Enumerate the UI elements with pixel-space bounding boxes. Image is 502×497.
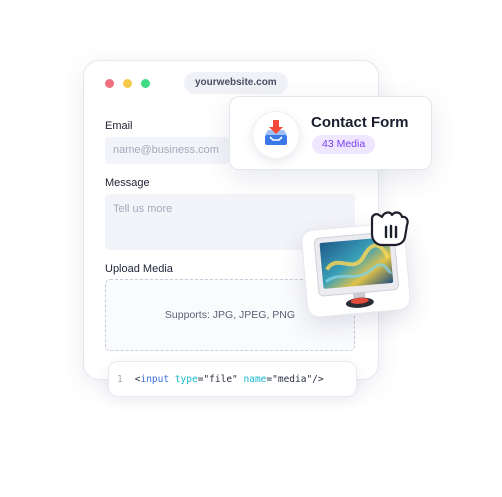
code-attr-type: type [174,373,198,385]
window-close-dot[interactable] [105,79,114,88]
window-minimize-dot[interactable] [123,79,132,88]
code-close: /> [312,373,324,385]
inbox-tray-icon [252,111,300,159]
email-field[interactable]: name@business.com [105,137,229,164]
upload-label: Upload Media [105,263,173,275]
code-snippet: 1 < input type = "file" name = "media"/> [108,361,357,397]
window-maximize-dot[interactable] [141,79,150,88]
message-placeholder: Tell us more [113,203,173,215]
message-label: Message [105,177,150,189]
contact-form-card[interactable]: Contact Form 43 Media [229,96,432,170]
email-placeholder: name@business.com [113,144,219,156]
url-bar[interactable]: yourwebsite.com [184,72,288,94]
code-tag: input [140,373,170,385]
email-label: Email [105,120,133,132]
media-count-badge: 43 Media [312,135,376,154]
contact-form-title: Contact Form [311,114,409,131]
code-attr-name: name [243,373,267,385]
code-val-media: "media" [272,373,313,385]
code-val-file: "file" [203,373,238,385]
line-number: 1 [117,373,123,385]
upload-hint: Supports: JPG, JPEG, PNG [164,309,296,321]
cursor-hand-icon [366,209,412,247]
